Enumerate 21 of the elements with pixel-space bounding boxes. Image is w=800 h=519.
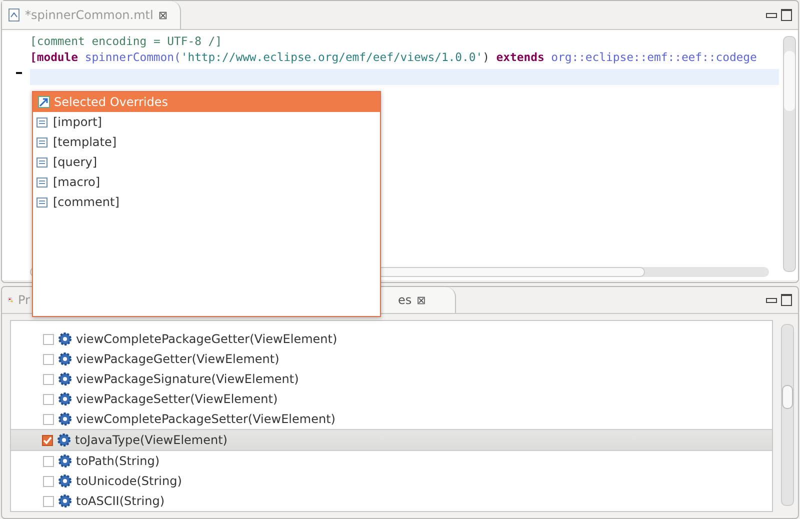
method-row[interactable]: viewPackageSignature(ViewElement) — [11, 369, 772, 389]
editor-tab[interactable]: *spinnerCommon.mtl ⊠ — [2, 1, 181, 29]
method-row[interactable]: toASCII(String) — [11, 491, 772, 511]
method-row[interactable]: viewPackageGetter(ViewElement) — [11, 349, 772, 369]
close-icon[interactable]: ⊠ — [416, 294, 426, 306]
method-row[interactable]: viewPackageSetter(ViewElement) — [11, 389, 772, 409]
method-row[interactable]: toPath(String) — [11, 451, 772, 471]
popup-item[interactable]: [macro] — [33, 172, 380, 192]
method-row[interactable]: viewCompletePackageGetter(ViewElement) — [11, 329, 772, 349]
code-line: [comment encoding = UTF-8 /] — [30, 34, 222, 48]
popup-item[interactable]: [import] — [33, 112, 380, 132]
code-line: [module spinnerCommon('http://www.eclipse.org/emf/eef/views/1.0.0') extends org::eclipse::emf::eef::codege — [30, 50, 757, 64]
popup-item[interactable]: [query] — [33, 152, 380, 172]
method-row[interactable]: toUnicode(String) — [11, 471, 772, 491]
method-row[interactable]: toJavaType(ViewElement) — [11, 429, 772, 451]
view-tab[interactable]: es ⊠ — [380, 287, 456, 313]
popup-item[interactable]: [template] — [33, 132, 380, 152]
popup-header: Selected Overrides — [33, 92, 380, 112]
close-icon[interactable]: ⊠ — [158, 8, 168, 22]
popup-item[interactable]: [comment] — [33, 192, 380, 212]
method-row[interactable]: viewCompletePackageSetter(ViewElement) — [11, 409, 772, 429]
